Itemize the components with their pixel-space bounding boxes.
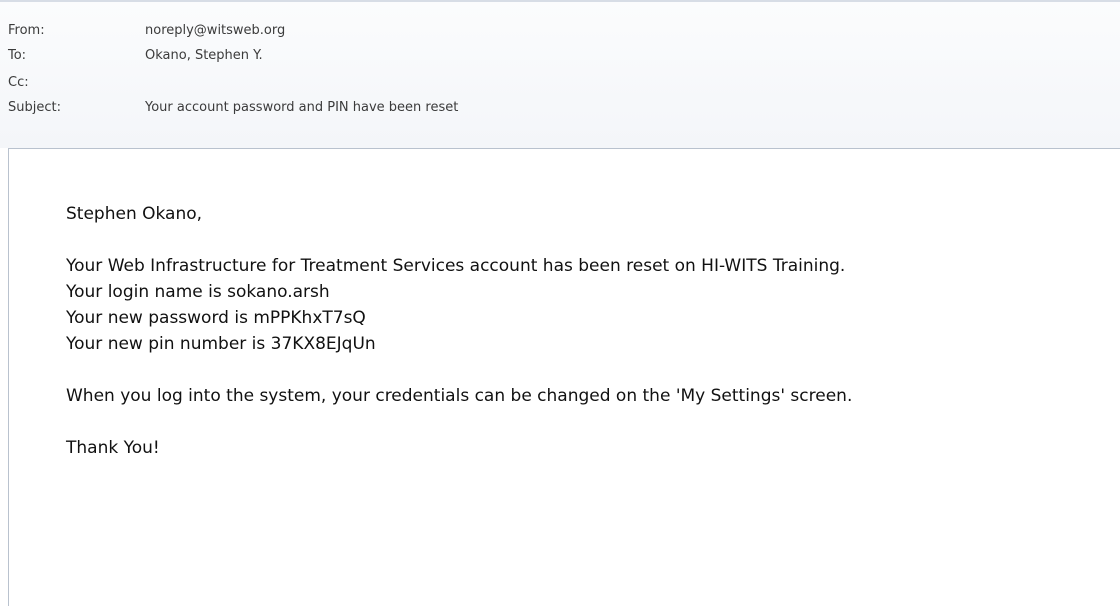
message-text: Stephen Okano, Your Web Infrastructure f… [66,201,852,461]
email-window: From: noreply@witsweb.org To: Okano, Ste… [0,0,1120,606]
header-top-border [0,0,1120,2]
closing-text: Thank You! [66,438,160,458]
to-value[interactable]: Okano, Stephen Y. [145,45,263,67]
subject-value: Your account password and PIN have been … [145,100,459,115]
from-label: From: [8,23,45,38]
new-password-text: Your new password is mPPKhxT7sQ [66,308,366,328]
message-body[interactable]: Stephen Okano, Your Web Infrastructure f… [8,148,1120,606]
reset-notice-text: Your Web Infrastructure for Treatment Se… [66,256,846,276]
settings-instruction-text: When you log into the system, your crede… [66,386,853,406]
login-name-text: Your login name is sokano.arsh [66,282,330,302]
greeting-text: Stephen Okano, [66,204,203,224]
from-value[interactable]: noreply@witsweb.org [145,20,285,42]
new-pin-text: Your new pin number is 37KX8EJqUn [66,334,376,354]
cc-label: Cc: [8,75,29,90]
email-header: From: noreply@witsweb.org To: Okano, Ste… [0,0,1120,148]
to-label: To: [8,48,27,63]
subject-label: Subject: [8,100,61,115]
